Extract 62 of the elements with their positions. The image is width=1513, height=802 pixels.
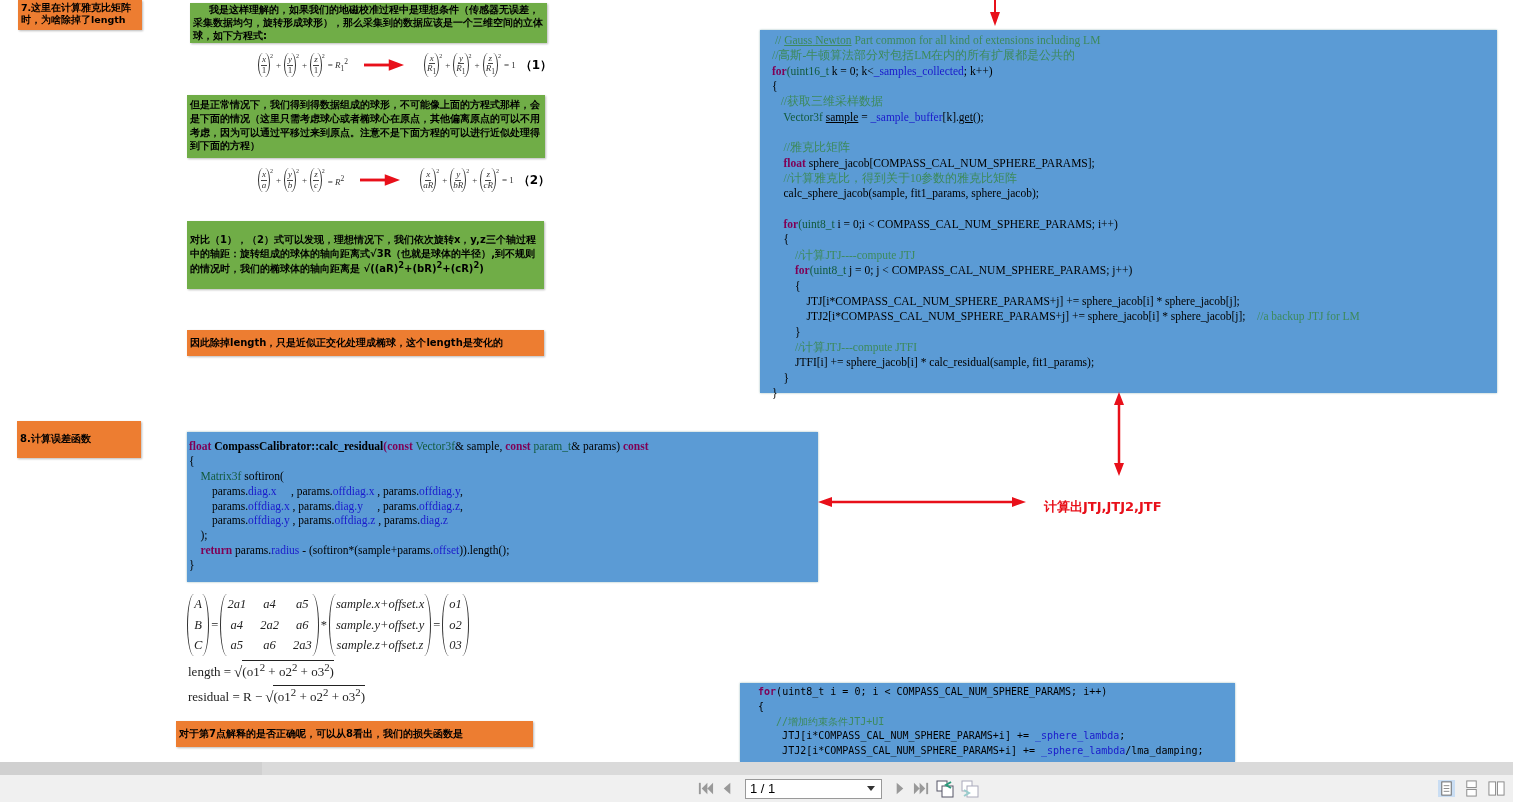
- continuous-page-icon[interactable]: [1463, 780, 1480, 797]
- code-line: {: [189, 453, 196, 469]
- right-arrow: [364, 59, 404, 71]
- code-line: params.offdiag.x , params.diag.y , params.offdiag.z,: [211, 498, 464, 514]
- code-line: {: [772, 79, 779, 95]
- code-line: }: [189, 558, 196, 573]
- code-line: float sphere_jacob[COMPASS_CAL_NUM_SPHERE_PARAMS];: [782, 155, 1096, 172]
- code-line: }: [782, 370, 791, 386]
- code-line: JTJ2[i*COMPASS_CAL_NUM_SPHERE_PARAMS+i] += _sphere_lambda/lma_damping;: [781, 744, 1205, 759]
- code-line: }: [794, 324, 802, 340]
- code-line: for(uint8_t i = 0; i < COMPASS_CAL_NUM_SPHERE_PARAMS; i++): [757, 685, 1109, 700]
- first-page-icon[interactable]: [697, 780, 714, 797]
- equation-number: （2）: [517, 171, 551, 189]
- note-box: 对于第7点解释的是否正确呢，可以从8看出，我们的损失函数是: [176, 721, 533, 747]
- code-line: );: [199, 528, 209, 544]
- code-line: return params.radius - (softiron*(sample+params.offset)).length();: [199, 543, 511, 559]
- code-line: params.diag.x , params.offdiag.x , params.offdiag.y,: [211, 483, 464, 499]
- code-line: //高斯-牛顿算法部分对包括LM在内的所有扩展都是公共的: [772, 48, 1077, 64]
- code-line: for(uint8_t i = 0;i < COMPASS_CAL_NUM_SPHERE_PARAMS; i++): [782, 217, 1119, 233]
- last-page-icon[interactable]: [913, 780, 930, 797]
- formula: length = √(o1$^{2}$ + o2$^{2}$ + o3$^{2}$): [188, 660, 334, 681]
- right-arrow: [360, 174, 401, 186]
- horizontal-scrollbar[interactable]: [0, 762, 1513, 775]
- code-line: //增加约束条件JTJ+UI: [775, 714, 886, 729]
- code-line: }: [772, 385, 779, 401]
- code-line: //计算雅克比，得到关于10参数的雅克比矩阵: [782, 171, 1019, 187]
- result-label: 计算出JTJ,JTJ2,JTF: [1044, 498, 1162, 516]
- code-line: {: [782, 232, 791, 248]
- code-line: //雅克比矩阵: [782, 140, 851, 156]
- code-line: for(uint8_t j = 0; j < COMPASS_CAL_NUM_SPHERE_PARAMS; j++): [794, 263, 1134, 279]
- note-box: 7.这里在计算雅克比矩阵时，为啥除掉了length: [18, 0, 142, 30]
- code-line: Vector3f sample = _sample_buffer[k].get();: [782, 109, 985, 126]
- code-line: JTJ2[i*COMPASS_CAL_NUM_SPHERE_PARAMS+j] += sphere_jacob[i] * sphere_jacob[j]; //a backup JTJ for LM: [805, 309, 1361, 325]
- note-box: 我是这样理解的，如果我们的地磁校准过程中是理想条件（传感器无误差，采集数据均匀，旋转形成球形），那么采集到的数据应该是一个三维空间的立体球，如下方程式:: [190, 3, 547, 43]
- page-select[interactable]: 1 / 1: [745, 778, 882, 799]
- code-line: {: [757, 699, 766, 714]
- note-box: 但是正常情况下，我们得到得数据组成的球形，不可能像上面的方程式那样，会是下面的情况（这里只需考虑球心或者椭球心在原点，其他偏离原点的可以不用考虑，因为可以通过平移过来到原点。注意不是下面方程的可以进行近似处理得到下面的方程）: [187, 95, 545, 158]
- formula: residual = R − √(o1$^{2}$ + o2$^{2}$ + o3$^{2}$): [188, 685, 366, 706]
- equation-number: （1）: [519, 56, 553, 74]
- go-forward-icon[interactable]: [960, 778, 980, 799]
- down-arrow: [989, 0, 1001, 26]
- caret-icon[interactable]: [867, 786, 875, 791]
- code-line: float CompassCalibrator::calc_residual(const Vector3f& sample, const param_t& params) const: [189, 439, 650, 454]
- code-line: params.offdiag.y , params.offdiag.z , params.diag.z: [211, 513, 449, 529]
- note-box: 8.计算误差函数: [17, 421, 141, 458]
- matrix-equation: A B C = 2a1 a4 a5 a4 2a2 a6 a5 a6 2a3 * sample.x+offset.x sample.y+offset.y sample.z+offset.z = o1 o2 03: [187, 594, 469, 656]
- code-line: //计算JTJ---compute JTFI: [794, 339, 919, 356]
- code-line: //计算JTJ----compute JTJ: [794, 247, 917, 264]
- single-page-icon[interactable]: [1438, 780, 1455, 797]
- code-line: //获取三维采样数据: [779, 94, 884, 110]
- code-line: {: [794, 278, 802, 294]
- code-line: calc_sphere_jacob(sample, fit1_params, sphere_jacob);: [782, 186, 1040, 202]
- code-line: Matrix3f softiron(: [199, 468, 285, 484]
- note-box: 因此除掉length，只是近似正交化处理成椭球，这个length是变化的: [187, 330, 544, 356]
- code-line: for(uint16_t k = 0; k<_samples_collected; k++): [772, 63, 994, 80]
- code-line: JTJ[i*COMPASS_CAL_NUM_SPHERE_PARAMS+i] += _sphere_lambda;: [781, 729, 1127, 744]
- code-line: JTFI[i] += sphere_jacob[i] * calc_residual(sample, fit1_params);: [794, 355, 1096, 371]
- note-box: 对比（1），（2）式可以发现，理想情况下，我们依次旋转x，y,z三个轴过程中的轴距：旋转组成的球体的轴向距离式√3R（也就是球体的半径）,到不规则的情况时，我们的椭球体的轴向距离是 √((aR)$^{2}$+(bR)$^{2}$+(cR)$^{2}$): [187, 221, 544, 289]
- code-line: JTJ[i*COMPASS_CAL_NUM_SPHERE_PARAMS+j] += sphere_jacob[i] * sphere_jacob[j];: [805, 293, 1241, 310]
- two-page-icon[interactable]: [1488, 780, 1505, 797]
- go-back-icon[interactable]: [935, 778, 955, 799]
- code-line: // Gauss Newton Part common for all kind of extensions including LM: [773, 33, 1102, 49]
